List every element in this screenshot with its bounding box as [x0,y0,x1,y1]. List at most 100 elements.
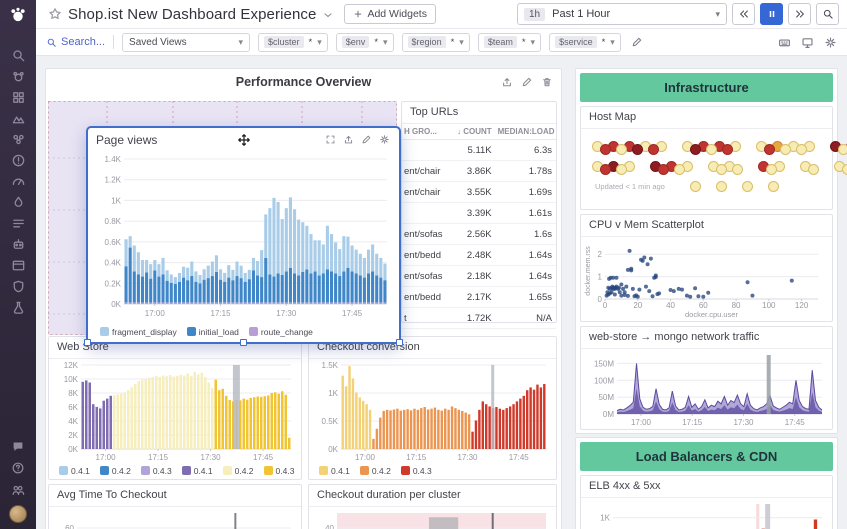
host-hexagon-cluster[interactable] [693,181,701,192]
legend-item[interactable]: route_change [249,327,313,337]
svg-text:60: 60 [699,301,708,310]
avg-time-checkout-widget[interactable]: Avg Time To Checkout 406017:0017:1517:30… [48,484,302,529]
table-row[interactable]: ent/bedd2.17K1.65s [402,287,556,308]
host-hexagon-cluster[interactable] [759,141,815,152]
legend-item[interactable]: 0.4.3 [141,466,172,476]
web-store-widget[interactable]: Web Store 0K2K4K6K8K10K12K17:0017:1517:3… [48,336,302,480]
table-row[interactable]: ent/bedd2.48K1.64s [402,245,556,266]
template-var-region[interactable]: $region*▾ [402,33,470,52]
export-icon[interactable] [501,76,513,88]
checkout-conversion-widget[interactable]: Checkout conversion 0K0.5K1K1.5K17:0017:… [308,336,557,480]
watchdog-icon[interactable] [11,69,26,84]
settings-gear-icon[interactable] [824,36,837,49]
legend-item[interactable]: initial_load [187,327,239,337]
svg-text:50M: 50M [598,393,614,402]
host-hexagon-cluster[interactable] [719,181,727,192]
pause-live-button[interactable] [760,3,783,25]
user-avatar[interactable] [9,505,27,523]
legend-item[interactable]: 0.4.1 [319,466,350,476]
edit-icon[interactable] [521,76,533,88]
synthetics-icon[interactable] [11,237,26,252]
resize-handle[interactable] [84,339,91,346]
cpu-mem-scatterplot-widget[interactable]: CPU v Mem Scatterplot 012020406080100120… [580,214,833,322]
page-views-popup[interactable]: Page views 0K0.2K0.4K0.6K0.8K1K1.2K1.4K1… [86,126,401,344]
network-traffic-widget[interactable]: web-store → mongo network traffic 0M50M1… [580,326,833,430]
edit-variables-icon[interactable] [631,36,643,48]
table-row[interactable]: 3.39K1.61s [402,203,556,224]
template-var-env[interactable]: $env*▾ [336,33,394,52]
legend-item[interactable]: fragment_display [100,327,177,337]
checkout-duration-widget[interactable]: Checkout duration per cluster y > 30s401… [308,484,557,529]
datadog-logo-icon[interactable] [0,0,36,30]
add-widgets-button[interactable]: Add Widgets [344,4,436,24]
tv-mode-icon[interactable] [801,36,814,49]
help-icon[interactable] [11,461,25,475]
host-hexagon-cluster[interactable] [803,161,819,172]
host-hexagon-cluster[interactable] [595,141,667,152]
checkout-conversion-chart: 0K0.5K1K1.5K17:0017:1517:3017:45 [311,360,552,462]
logs-icon[interactable] [11,216,26,231]
legend-item[interactable]: 0.4.3 [264,466,295,476]
host-hexagon-cluster[interactable] [833,141,847,152]
metrics-icon[interactable] [11,174,26,189]
security-icon[interactable] [11,279,26,294]
host-hexagon-cluster[interactable] [653,161,693,172]
host-hexagon-cluster[interactable] [595,161,635,172]
time-range-selector[interactable]: 1h Past 1 Hour ▾ [517,3,727,25]
host-hexagon-cluster[interactable] [711,161,743,172]
chevron-down-icon[interactable] [322,9,334,21]
time-forward-button[interactable] [788,3,811,25]
chat-icon[interactable] [11,439,25,453]
elb-widget[interactable]: ELB 4xx & 5xx 0.5K1K17:0017:1517:3017:45 [580,475,833,529]
host-map-widget[interactable]: Host Map Updated < 1 min ago [580,106,833,210]
table-row[interactable]: ent/sofas2.56K1.6s [402,224,556,245]
monitors-icon[interactable] [11,153,26,168]
export-icon[interactable] [343,134,354,145]
host-hexagon-cluster[interactable] [761,161,785,172]
network-map-icon[interactable] [11,132,26,147]
legend-item[interactable]: 0.4.1 [182,466,213,476]
time-backward-button[interactable] [732,3,755,25]
table-row[interactable]: ent/sofas2.18K1.64s [402,266,556,287]
zoom-button[interactable] [816,3,839,25]
search-input[interactable]: Search... [46,36,105,48]
edit-icon[interactable] [361,134,372,145]
svg-text:17:45: 17:45 [509,453,530,462]
column-header[interactable]: H GRO... [402,124,448,140]
apm-icon[interactable] [11,195,26,210]
labs-icon[interactable] [11,300,26,315]
table-row[interactable]: 5.11K6.3s [402,140,556,161]
resize-handle[interactable] [240,339,247,346]
legend-item[interactable]: 0.4.3 [401,466,432,476]
saved-views-dropdown[interactable]: Saved Views▾ [122,33,250,52]
gear-icon[interactable] [379,134,390,145]
table-row[interactable]: ent/chair3.86K1.78s [402,161,556,182]
search-icon[interactable] [11,48,26,63]
template-var-cluster[interactable]: $cluster*▾ [258,33,328,52]
legend-item[interactable]: 0.4.2 [360,466,391,476]
fullscreen-icon[interactable] [325,134,336,145]
move-cursor-icon[interactable] [237,133,251,147]
infrastructure-icon[interactable] [11,111,26,126]
table-row[interactable]: ent/chair3.55K1.69s [402,182,556,203]
host-hexagon-cluster[interactable] [837,161,847,172]
host-hexagon-cluster[interactable] [771,181,779,192]
column-header[interactable]: MEDIAN:LOAD EVE [496,124,556,140]
template-var-team[interactable]: $team*▾ [478,33,541,52]
infrastructure-group: Infrastructure Host Map Updated < 1 min … [575,68,838,434]
resize-handle[interactable] [396,339,403,346]
host-hexagon-cluster[interactable] [685,141,741,152]
template-var-service[interactable]: $service*▾ [549,33,621,52]
keyboard-shortcuts-icon[interactable] [778,36,791,49]
legend-item[interactable]: 0.4.2 [223,466,254,476]
delete-icon[interactable] [541,76,553,88]
legend-item[interactable]: 0.4.2 [100,466,131,476]
host-hexagon-cluster[interactable] [745,181,753,192]
favorite-star-icon[interactable] [48,7,62,21]
legend-item[interactable]: 0.4.1 [59,466,90,476]
column-header[interactable]: ↓ COUNT [448,124,496,140]
rum-icon[interactable] [11,258,26,273]
table-row[interactable]: t1.72KN/A [402,308,556,329]
dashboards-icon[interactable] [11,90,26,105]
invite-users-icon[interactable] [11,483,25,497]
